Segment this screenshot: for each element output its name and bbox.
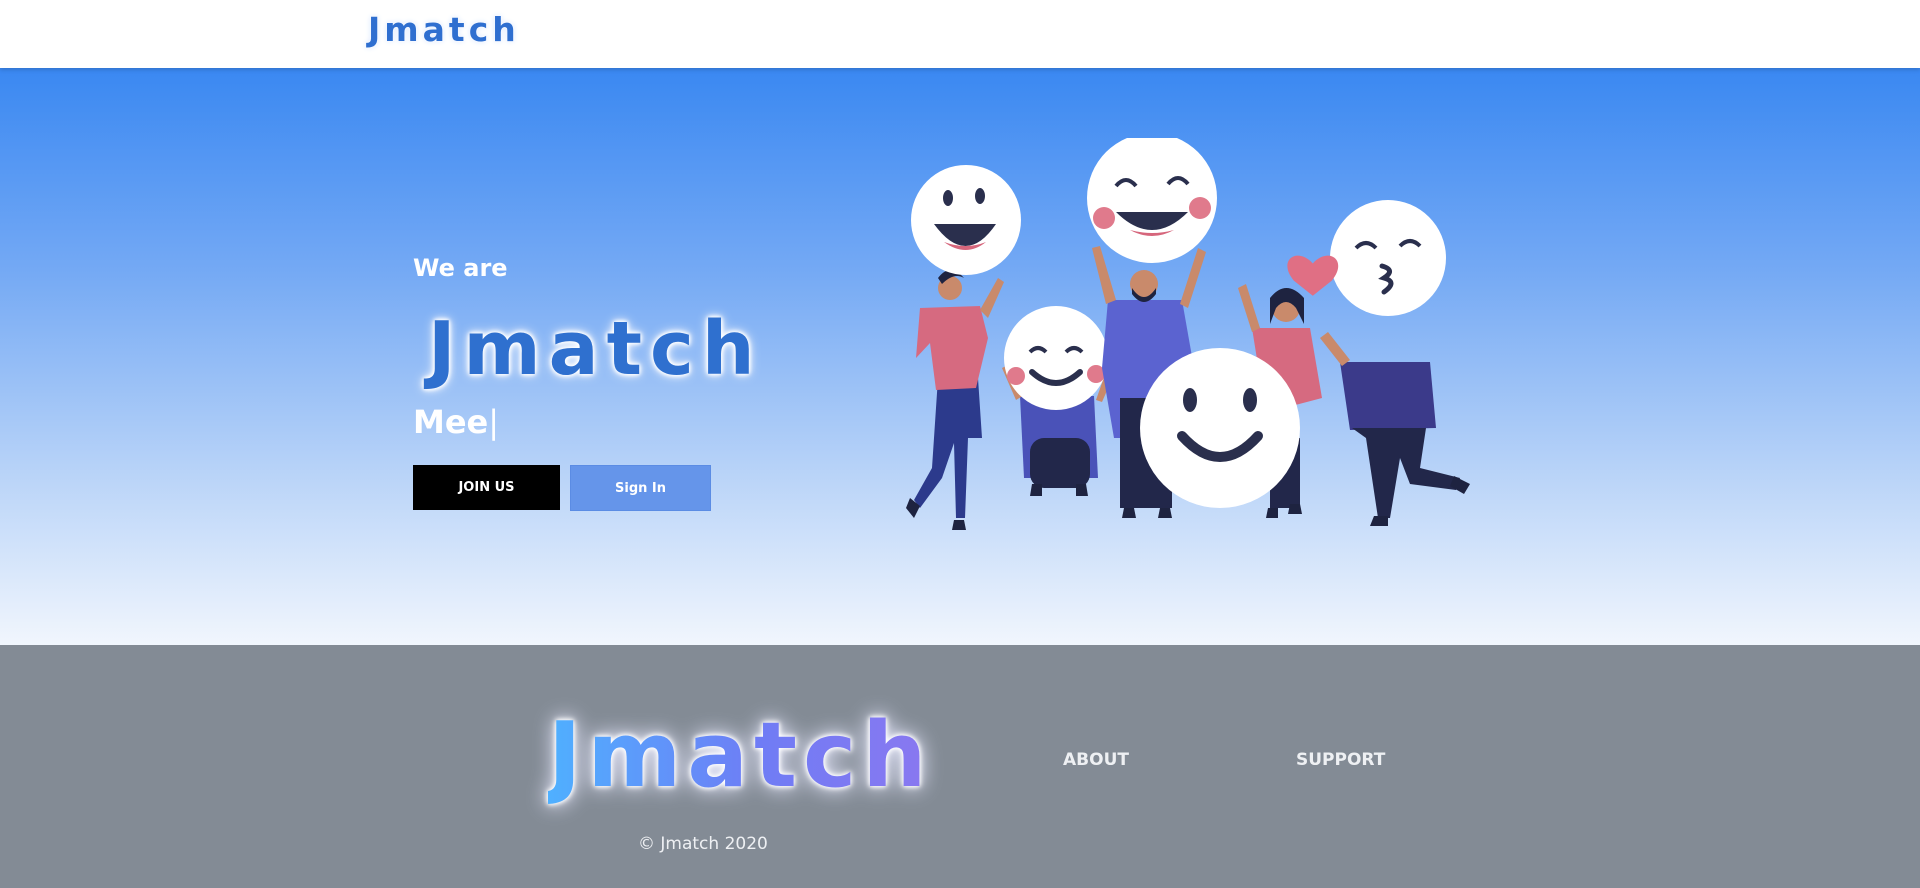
person-right xyxy=(1320,332,1470,526)
smiley-face-laughing xyxy=(911,165,1021,275)
footer-logo[interactable]: Jmatch xyxy=(548,703,932,808)
join-us-button[interactable]: JOIN US xyxy=(413,465,560,510)
top-header: Jmatch xyxy=(0,0,1920,68)
hero-logo: Jmatch xyxy=(428,306,763,392)
page-footer: Jmatch © Jmatch 2020 ABOUT SUPPORT xyxy=(0,645,1920,888)
heart-icon xyxy=(1287,255,1339,296)
person-left xyxy=(906,270,1004,530)
hero-intro-text: We are xyxy=(413,254,508,282)
smiley-face-happy xyxy=(1004,306,1108,410)
smiley-face-large xyxy=(1140,348,1300,508)
typing-cursor: | xyxy=(488,403,500,441)
happy-people-illustration xyxy=(906,138,1470,530)
header-logo[interactable]: Jmatch xyxy=(368,10,520,49)
typing-text: Mee| xyxy=(413,403,499,441)
footer-link-support[interactable]: SUPPORT xyxy=(1296,750,1385,770)
footer-link-about[interactable]: ABOUT xyxy=(1063,750,1129,770)
smiley-face-kissing xyxy=(1330,200,1446,316)
sign-in-button[interactable]: Sign In xyxy=(570,465,711,511)
hero-section: We are Jmatch Mee| JOIN US Sign In xyxy=(0,68,1920,645)
copyright-text: © Jmatch 2020 xyxy=(638,834,768,854)
typing-word: Mee xyxy=(413,403,489,441)
